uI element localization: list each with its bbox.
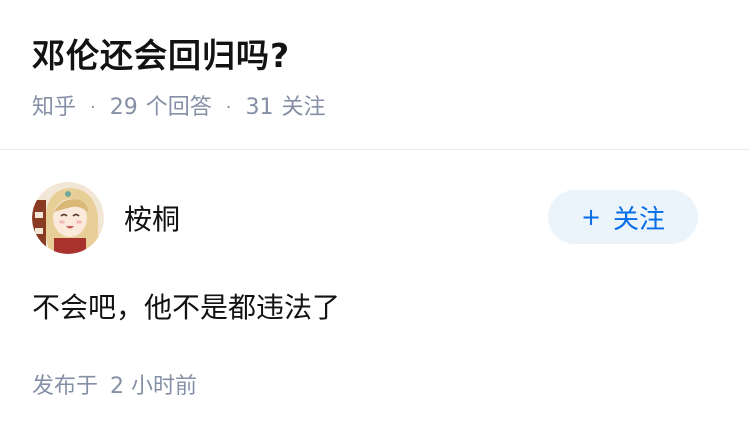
meta-separator: · <box>225 97 232 118</box>
source-label[interactable]: 知乎 <box>32 88 76 128</box>
question-meta: 知乎 · 29 个回答 · 31 关注 <box>32 88 718 128</box>
author-row: 桉桐 + 关注 <box>32 182 718 254</box>
question-title[interactable]: 邓伦还会回归吗? <box>32 32 718 80</box>
answer-card: 桉桐 + 关注 不会吧，他不是都违法了 发布于 2 小时前 <box>0 150 750 400</box>
answer-count-number: 29 <box>109 95 138 120</box>
follow-count-label: 关注 <box>281 95 326 120</box>
author-name[interactable]: 桉桐 <box>124 198 180 238</box>
avatar[interactable] <box>32 182 104 254</box>
follow-button-label: 关注 <box>613 204 666 235</box>
follow-count-number: 31 <box>245 95 274 120</box>
answer-count[interactable]: 29 个回答 <box>110 88 212 128</box>
publish-time: 发布于 2 小时前 <box>32 368 718 400</box>
meta-separator: · <box>90 97 96 118</box>
publish-time-prefix: 发布于 <box>32 374 99 399</box>
publish-time-value: 2 小时前 <box>110 374 198 399</box>
answer-count-label: 个回答 <box>145 95 212 120</box>
follow-button[interactable]: + 关注 <box>548 190 698 244</box>
question-header: 邓伦还会回归吗? 知乎 · 29 个回答 · 31 关注 <box>0 0 750 150</box>
answer-content[interactable]: 不会吧，他不是都违法了 <box>32 288 718 328</box>
plus-icon: + <box>580 203 602 231</box>
follow-count[interactable]: 31 关注 <box>246 88 326 128</box>
